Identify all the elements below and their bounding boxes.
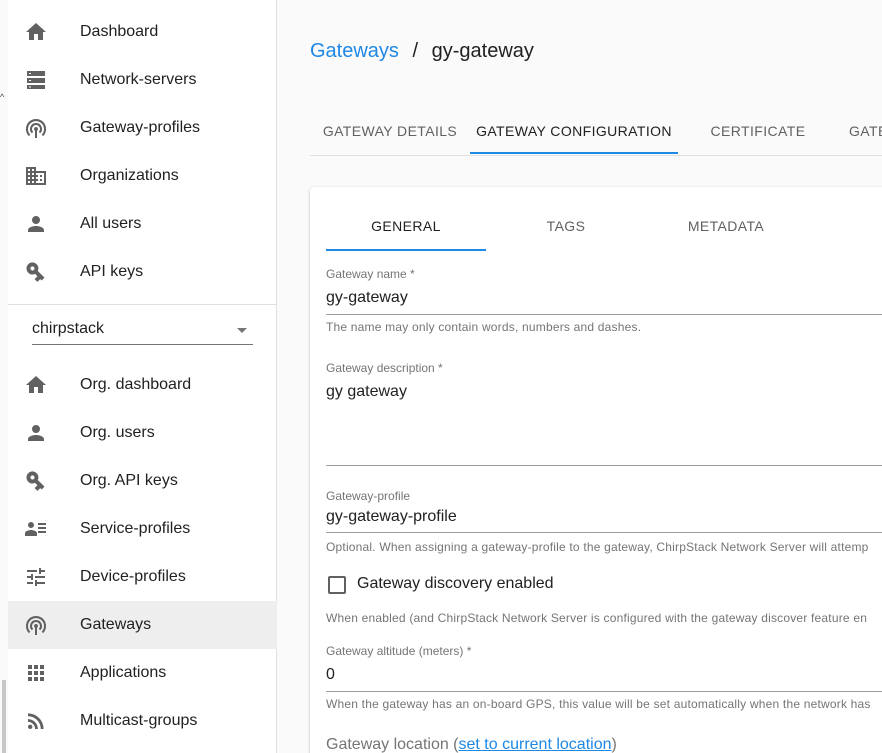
- sidebar-item-label: Device-profiles: [80, 568, 186, 585]
- sidebar-item-gateway-profiles[interactable]: Gateway-profiles: [8, 104, 277, 152]
- configuration-card: GENERAL TAGS METADATA Gateway name * gy-…: [310, 187, 882, 753]
- active-subtab-indicator: [326, 249, 486, 251]
- organization-select-value: chirpstack: [32, 320, 105, 337]
- user-icon: [24, 421, 48, 445]
- gateway-profile-underline: [326, 532, 882, 533]
- sidebar: Dashboard Network-servers Gateway-profil…: [8, 0, 277, 753]
- home-icon: [24, 373, 48, 397]
- gateway-discovery-label: Gateway discovery enabled: [357, 575, 554, 592]
- account-details-icon: [24, 517, 48, 541]
- sidebar-item-api-keys[interactable]: API keys: [8, 248, 277, 296]
- scrollbar[interactable]: [2, 680, 6, 753]
- sidebar-item-label: Multicast-groups: [80, 712, 198, 729]
- gateway-altitude-label: Gateway altitude (meters) *: [326, 644, 472, 658]
- sidebar-divider: [8, 304, 277, 305]
- organization-select[interactable]: chirpstack: [32, 318, 253, 345]
- sidebar-item-label: Service-profiles: [80, 520, 191, 537]
- set-current-location-link[interactable]: set to current location: [459, 736, 612, 753]
- gateway-profile-select[interactable]: gy-gateway-profile: [326, 508, 457, 526]
- sidebar-item-label: Org. users: [80, 424, 155, 441]
- gateway-name-input[interactable]: gy-gateway: [326, 289, 408, 307]
- apps-icon: [24, 661, 48, 685]
- breadcrumb-current: gy-gateway: [431, 40, 534, 62]
- sidebar-item-label: Gateway-profiles: [80, 119, 201, 136]
- subtab-metadata[interactable]: METADATA: [646, 203, 806, 249]
- gateway-altitude-underline: [326, 691, 882, 692]
- sidebar-item-label: Applications: [80, 664, 167, 681]
- tab-gateway-details[interactable]: GATEWAY DETAILS: [310, 108, 470, 154]
- sidebar-item-organizations[interactable]: Organizations: [8, 152, 277, 200]
- active-tab-indicator: [470, 152, 678, 154]
- gateway-discovery-checkbox[interactable]: [328, 576, 346, 594]
- scroll-indicator-icon: ^: [0, 92, 5, 102]
- sidebar-item-applications[interactable]: Applications: [8, 649, 277, 697]
- building-icon: [24, 164, 48, 188]
- gateway-icon: [24, 116, 48, 140]
- gateway-location-title: Gateway location (set to current locatio…: [326, 736, 617, 753]
- sidebar-item-label: Organizations: [80, 167, 179, 184]
- tune-icon: [24, 565, 48, 589]
- gateway-location-suffix: ): [611, 736, 617, 753]
- sidebar-item-service-profiles[interactable]: Service-profiles: [8, 505, 277, 553]
- subtab-general[interactable]: GENERAL: [326, 203, 486, 249]
- gateway-icon: [24, 613, 48, 637]
- key-icon: [24, 260, 48, 284]
- left-edge-strip: ^: [0, 0, 8, 753]
- sidebar-item-label: Dashboard: [80, 23, 159, 40]
- gateway-altitude-input[interactable]: 0: [326, 666, 335, 684]
- caret-down-icon: [237, 328, 247, 333]
- subtab-tags[interactable]: TAGS: [486, 203, 646, 249]
- tab-gateway-truncated[interactable]: GATE: [849, 108, 882, 154]
- sidebar-item-org-api-keys[interactable]: Org. API keys: [8, 457, 277, 505]
- subtab-bar: GENERAL TAGS METADATA: [326, 203, 882, 251]
- sidebar-item-org-users[interactable]: Org. users: [8, 409, 277, 457]
- sidebar-item-gateways[interactable]: Gateways: [8, 601, 277, 649]
- tab-bar: GATEWAY DETAILS GATEWAY CONFIGURATION CE…: [310, 108, 882, 156]
- main-content: Gateways / gy-gateway GATEWAY DETAILS GA…: [277, 0, 882, 753]
- sidebar-item-org-dashboard[interactable]: Org. dashboard: [8, 361, 277, 409]
- breadcrumb-separator: /: [412, 40, 419, 62]
- sidebar-item-dashboard[interactable]: Dashboard: [8, 8, 277, 56]
- gateway-discovery-helper: When enabled (and ChirpStack Network Ser…: [326, 611, 868, 625]
- breadcrumb: Gateways / gy-gateway: [310, 40, 534, 63]
- breadcrumb-link-gateways[interactable]: Gateways: [310, 40, 399, 62]
- gateway-name-helper: The name may only contain words, numbers…: [326, 320, 642, 334]
- sidebar-item-device-profiles[interactable]: Device-profiles: [8, 553, 277, 601]
- tab-gateway-configuration[interactable]: GATEWAY CONFIGURATION: [470, 108, 678, 154]
- sidebar-item-label: API keys: [80, 263, 144, 280]
- server-icon: [24, 68, 48, 92]
- rss-icon: [24, 709, 48, 733]
- gateway-name-underline: [326, 314, 882, 315]
- sidebar-item-all-users[interactable]: All users: [8, 200, 277, 248]
- gateway-altitude-helper: When the gateway has an on-board GPS, th…: [326, 697, 871, 711]
- sidebar-item-label: Gateways: [80, 616, 152, 633]
- home-icon: [24, 20, 48, 44]
- sidebar-item-label: Org. dashboard: [80, 376, 192, 393]
- gateway-name-label: Gateway name *: [326, 267, 415, 281]
- key-icon: [24, 469, 48, 493]
- tab-certificate[interactable]: CERTIFICATE: [678, 108, 838, 154]
- gateway-description-input[interactable]: gy gateway: [326, 383, 407, 401]
- sidebar-item-multicast-groups[interactable]: Multicast-groups: [8, 697, 277, 745]
- sidebar-item-label: Org. API keys: [80, 472, 178, 489]
- gateway-location-prefix: Gateway location (: [326, 736, 459, 753]
- gateway-description-label: Gateway description *: [326, 361, 443, 375]
- gateway-profile-helper: Optional. When assigning a gateway-profi…: [326, 540, 869, 554]
- gateway-profile-label: Gateway-profile: [326, 489, 411, 503]
- sidebar-item-label: Network-servers: [80, 71, 197, 88]
- sidebar-item-network-servers[interactable]: Network-servers: [8, 56, 277, 104]
- gateway-description-underline: [326, 465, 882, 466]
- user-icon: [24, 212, 48, 236]
- sidebar-item-label: All users: [80, 215, 142, 232]
